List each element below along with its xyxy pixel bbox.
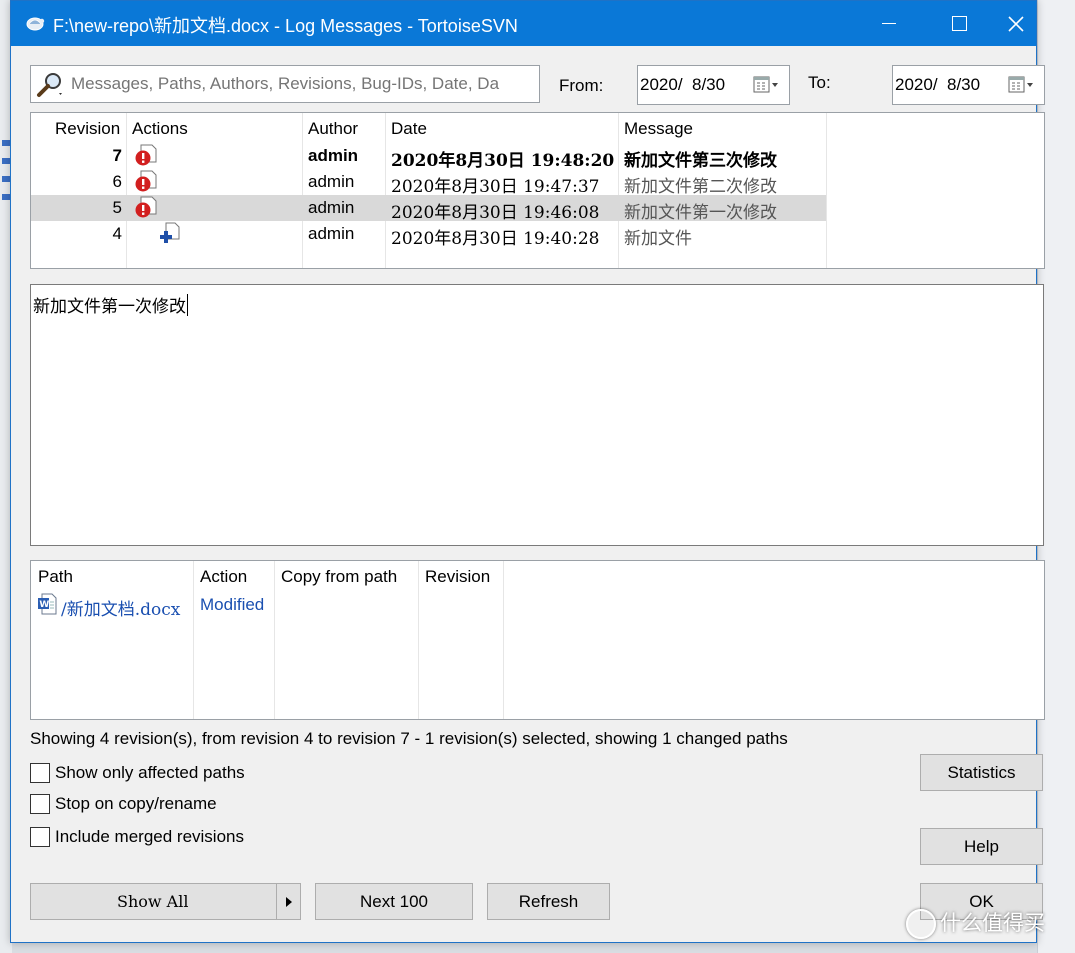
modified-icon <box>135 196 157 218</box>
text-caret <box>187 294 188 316</box>
watermark: 什么值得买 <box>906 907 1045 940</box>
chevron-right-icon <box>285 896 292 907</box>
column-header-copy-from-path[interactable]: Copy from path <box>281 567 397 587</box>
revision-author: admin <box>308 172 355 191</box>
show-only-affected-label[interactable]: Show only affected paths <box>55 763 245 783</box>
revision-number: 5 <box>112 198 122 217</box>
window-title: F:\new-repo\新加文档.docx - Log Messages - T… <box>53 16 518 36</box>
from-label: From: <box>559 76 604 95</box>
help-button[interactable]: Help <box>920 828 1043 865</box>
revision-author: admin <box>308 198 355 217</box>
from-date-picker[interactable]: 2020/ 8/30 <box>637 65 790 105</box>
watermark-text: 什么值得买 <box>940 912 1045 935</box>
revision-number: 7 <box>112 146 122 165</box>
revision-author: admin <box>308 146 359 165</box>
minimize-icon <box>882 22 896 25</box>
search-input[interactable] <box>71 70 533 98</box>
column-header-action[interactable]: Action <box>200 567 247 587</box>
revision-author: admin <box>308 224 355 243</box>
revision-date: 2020年8月30日 19:40:28 <box>391 229 600 249</box>
revision-list[interactable]: Revision Actions Author Date Message 7 a… <box>30 112 1045 269</box>
word-document-icon: W <box>38 593 57 615</box>
modified-icon <box>135 144 157 166</box>
show-all-button[interactable]: Show All <box>30 883 301 920</box>
revision-number: 4 <box>112 224 122 243</box>
log-message-text: 新加文件第一次修改 <box>33 297 186 317</box>
search-icon[interactable] <box>35 71 65 99</box>
status-text: Showing 4 revision(s), from revision 4 t… <box>30 729 788 748</box>
column-header-path[interactable]: Path <box>38 567 73 587</box>
stop-on-copy-label[interactable]: Stop on copy/rename <box>55 794 217 814</box>
log-messages-window: F:\new-repo\新加文档.docx - Log Messages - T… <box>10 0 1045 943</box>
maximize-icon <box>951 16 967 31</box>
include-merged-checkbox[interactable] <box>30 827 50 847</box>
revision-message: 新加文件 <box>624 229 692 249</box>
revision-row[interactable]: 4 admin 2020年8月30日 19:40:28 新加文件 <box>31 221 826 249</box>
from-date-value: 2020/ 8/30 <box>640 75 726 94</box>
path-row[interactable]: W /新加文档.docx Modified <box>31 592 503 620</box>
title-bar[interactable]: F:\new-repo\新加文档.docx - Log Messages - T… <box>11 1 1036 46</box>
changed-paths-list[interactable]: Path Action Copy from path Revision W /新… <box>30 560 1045 720</box>
revision-date: 2020年8月30日 19:47:37 <box>391 177 600 197</box>
to-date-value: 2020/ 8/30 <box>895 75 981 94</box>
log-message-textbox[interactable]: 新加文件第一次修改 <box>30 284 1044 546</box>
show-only-affected-checkbox[interactable] <box>30 763 50 783</box>
refresh-button[interactable]: Refresh <box>487 883 610 920</box>
modified-icon <box>135 170 157 192</box>
revision-date: 2020年8月30日 19:46:08 <box>391 203 600 223</box>
close-button[interactable] <box>994 1 1038 46</box>
column-header-author[interactable]: Author <box>308 119 358 139</box>
calendar-dropdown-icon[interactable] <box>1008 75 1036 95</box>
minimize-button[interactable] <box>854 1 924 46</box>
column-header-message[interactable]: Message <box>624 119 693 139</box>
changed-path: /新加文档.docx <box>61 600 181 620</box>
revision-message: 新加文件第三次修改 <box>624 151 777 171</box>
show-all-label: Show All <box>117 892 189 911</box>
statistics-button[interactable]: Statistics <box>920 754 1043 791</box>
column-header-date[interactable]: Date <box>391 119 427 139</box>
svg-text:W: W <box>39 600 49 610</box>
revision-message: 新加文件第二次修改 <box>624 177 777 197</box>
change-action: Modified <box>200 595 265 614</box>
revision-row[interactable]: 6 admin 2020年8月30日 19:47:37 新加文件第二次修改 <box>31 169 826 197</box>
to-label: To: <box>808 73 831 92</box>
revision-date: 2020年8月30日 19:48:20 <box>391 151 615 171</box>
close-icon <box>1008 15 1024 32</box>
tortoise-icon <box>26 17 45 31</box>
column-header-actions[interactable]: Actions <box>132 119 188 139</box>
revision-row-selected[interactable]: 5 admin 2020年8月30日 19:46:08 新加文件第一次修改 <box>31 195 826 223</box>
column-header-revision[interactable]: Revision <box>55 119 120 139</box>
revision-message: 新加文件第一次修改 <box>624 203 777 223</box>
stop-on-copy-checkbox[interactable] <box>30 794 50 814</box>
revision-row[interactable]: 7 admin 2020年8月30日 19:48:20 新加文件第三次修改 <box>31 143 826 171</box>
maximize-button[interactable] <box>924 1 994 46</box>
to-date-picker[interactable]: 2020/ 8/30 <box>892 65 1045 105</box>
watermark-logo-icon <box>906 909 936 940</box>
include-merged-label[interactable]: Include merged revisions <box>55 827 244 847</box>
filter-box[interactable] <box>30 65 540 103</box>
show-all-dropdown[interactable] <box>276 884 300 919</box>
next-100-button[interactable]: Next 100 <box>315 883 473 920</box>
added-icon <box>160 222 180 243</box>
revision-number: 6 <box>112 172 122 191</box>
column-header-revision[interactable]: Revision <box>425 567 490 587</box>
calendar-dropdown-icon[interactable] <box>753 75 781 95</box>
